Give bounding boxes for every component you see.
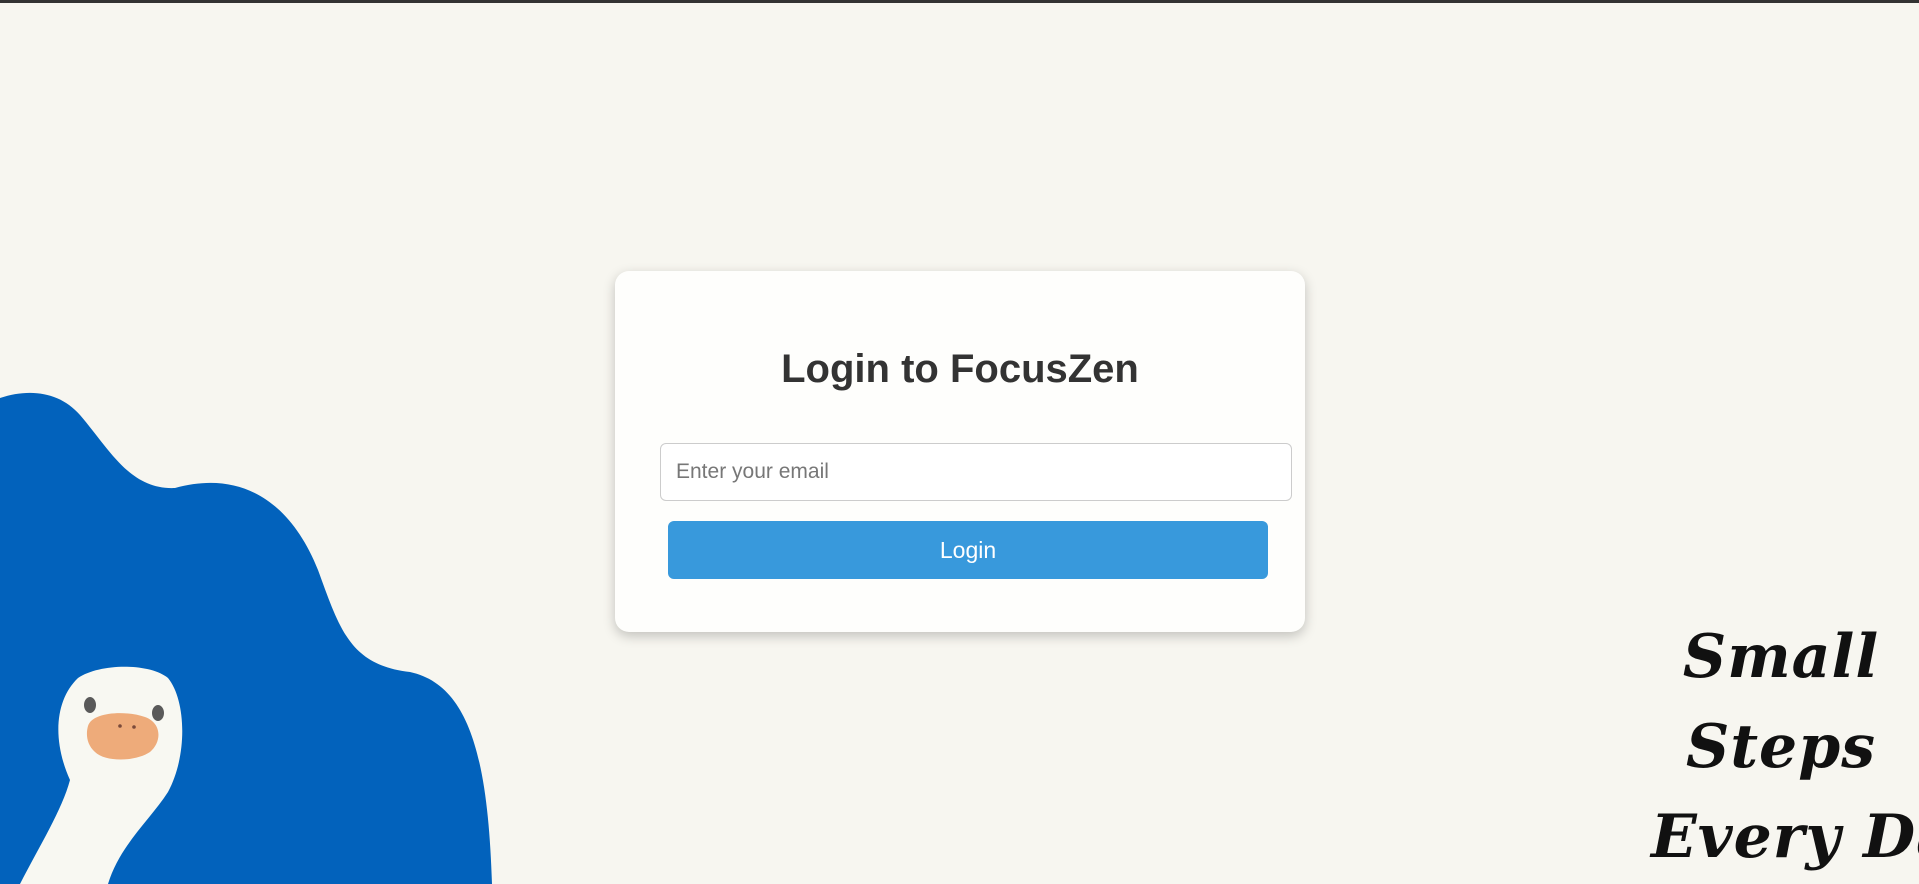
duck-nostril-right: [132, 725, 136, 729]
duck-eye-left: [84, 697, 96, 713]
motto-line: Steps: [1686, 712, 1876, 782]
motto-line: Every Day: [1651, 802, 1919, 872]
motto-line: Small: [1682, 622, 1880, 692]
email-input[interactable]: [660, 443, 1292, 501]
duck-nostril-left: [118, 724, 122, 728]
duck-eye-right: [152, 705, 164, 721]
blue-blob: [0, 392, 492, 884]
duck-beak: [86, 713, 159, 760]
login-title: Login to FocusZen: [781, 347, 1139, 391]
login-button[interactable]: Login: [668, 521, 1268, 579]
top-border: [0, 0, 1919, 3]
login-card: Login to FocusZen Login: [615, 271, 1305, 632]
duck-body: [20, 666, 183, 884]
motto: Small Steps Every Day: [1651, 612, 1919, 882]
